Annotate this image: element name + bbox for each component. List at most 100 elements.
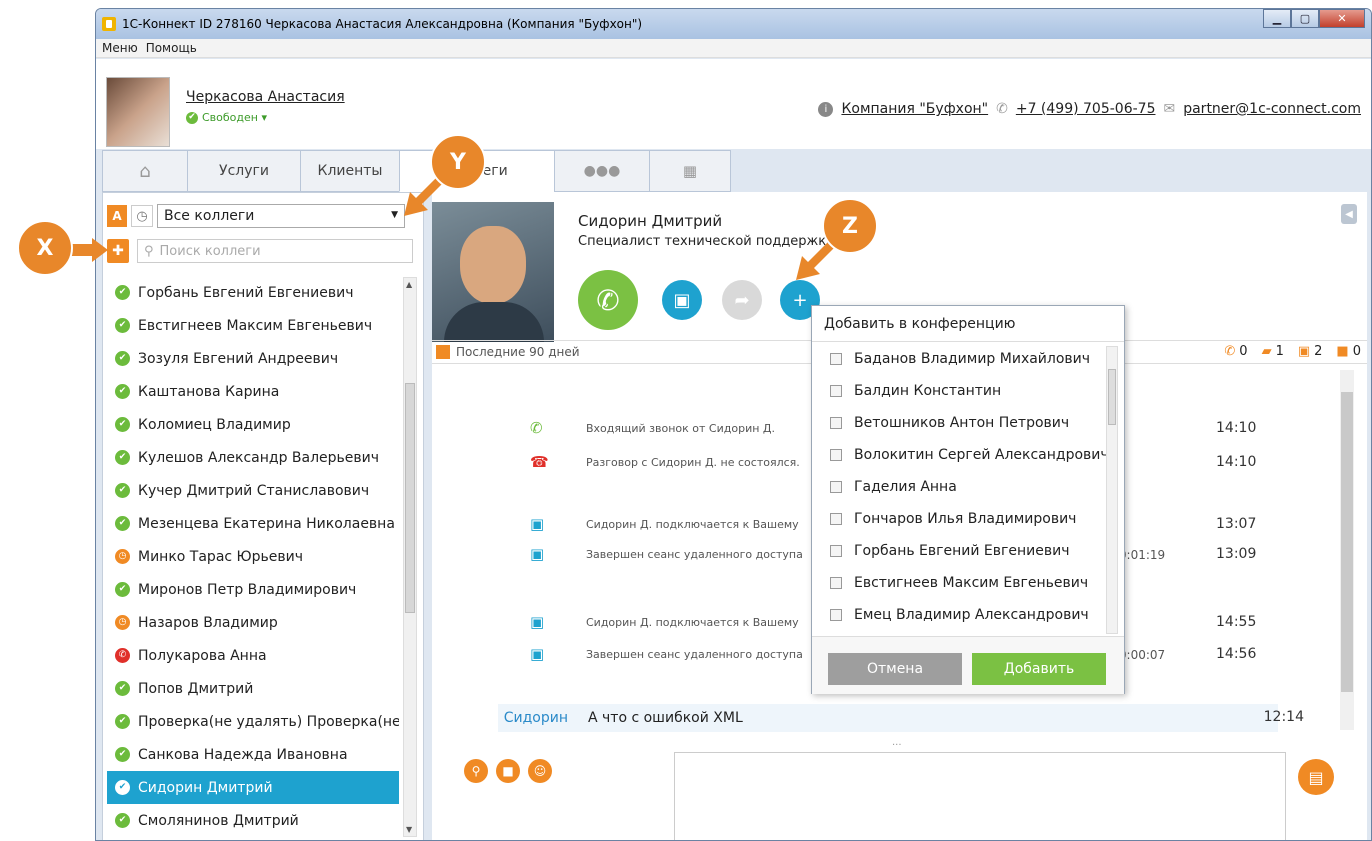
status-online-icon: ✔ bbox=[115, 813, 130, 828]
transfer-button[interactable]: ➦ bbox=[722, 280, 762, 320]
popup-scrollbar[interactable] bbox=[1106, 346, 1118, 634]
emoji-button[interactable]: ☺ bbox=[528, 759, 552, 783]
call-button[interactable]: ✆ bbox=[578, 270, 638, 330]
window-title: 1С-Коннект ID 278160 Черкасова Анастасия… bbox=[122, 17, 643, 31]
list-item[interactable]: ✔ Смолянинов Дмитрий bbox=[107, 804, 399, 836]
sort-recent-button[interactable]: ◷ bbox=[131, 205, 153, 227]
user-status-dropdown[interactable]: ✔ Свободен ▾ bbox=[186, 111, 267, 124]
tab-home[interactable]: ⌂ bbox=[102, 150, 188, 192]
tab-apps[interactable]: ▦ bbox=[649, 150, 731, 192]
callout-badge-z: Z bbox=[822, 198, 878, 254]
colleague-filter-select[interactable]: Все коллеги bbox=[157, 204, 405, 228]
files-counter[interactable]: ■ 0 bbox=[1336, 344, 1361, 359]
phone-in-icon: ✆ bbox=[530, 419, 543, 437]
search-history-button[interactable]: ⚲ bbox=[464, 759, 488, 783]
list-item[interactable]: ✔ Попов Дмитрий bbox=[107, 672, 399, 705]
info-icon: i bbox=[818, 101, 834, 117]
chats-counter[interactable]: ▰ 1 bbox=[1262, 344, 1284, 359]
company-link[interactable]: Компания "Буфхон" bbox=[841, 101, 988, 117]
checkbox[interactable] bbox=[830, 481, 842, 493]
colleague-name: Смолянинов Дмитрий bbox=[138, 812, 299, 829]
chat-icon: ▤ bbox=[1308, 767, 1324, 787]
list-item[interactable]: ✔ Зозуля Евгений Андреевич bbox=[107, 342, 399, 375]
tab-services[interactable]: Услуги bbox=[187, 150, 301, 192]
remote-access-icon: ▣ bbox=[530, 545, 545, 563]
list-item[interactable]: Гончаров Илья Владимирович bbox=[812, 503, 1108, 535]
colleague-name: Минко Тарас Юрьевич bbox=[138, 548, 304, 565]
status-online-icon: ✔ bbox=[115, 582, 130, 597]
list-item[interactable]: Евстигнеев Максим Евгеньевич bbox=[812, 567, 1108, 599]
list-item[interactable]: ✔ Кулешов Александр Валерьевич bbox=[107, 441, 399, 474]
status-busy-icon: ✆ bbox=[115, 648, 130, 663]
checkbox[interactable] bbox=[830, 513, 842, 525]
event-time: 13:09 bbox=[1216, 546, 1257, 562]
email-link[interactable]: partner@1c-connect.com bbox=[1183, 101, 1361, 117]
status-online-icon: ✔ bbox=[115, 351, 130, 366]
list-item[interactable]: Емец Владимир Александрович bbox=[812, 599, 1108, 631]
status-online-icon: ✔ bbox=[115, 714, 130, 729]
checkbox[interactable] bbox=[830, 449, 842, 461]
phone-link[interactable]: +7 (499) 705-06-75 bbox=[1016, 101, 1156, 117]
user-name-link[interactable]: Черкасова Анастасия bbox=[186, 89, 345, 105]
checkbox[interactable] bbox=[830, 353, 842, 365]
list-item[interactable]: Балдин Константин bbox=[812, 375, 1108, 407]
list-item[interactable]: Баданов Владимир Михайлович bbox=[812, 343, 1108, 375]
menu-item-menu[interactable]: Меню bbox=[102, 41, 138, 55]
message-time: 12:14 bbox=[1263, 709, 1304, 725]
list-item-selected[interactable]: ✔ Сидорин Дмитрий bbox=[107, 771, 399, 804]
remote-access-button[interactable]: ▣ bbox=[662, 280, 702, 320]
scroll-thumb[interactable] bbox=[1341, 392, 1353, 692]
list-item[interactable]: ◷ Назаров Владимир bbox=[107, 606, 399, 639]
tab-groups[interactable]: ●●● bbox=[554, 150, 650, 192]
resize-handle[interactable]: ... bbox=[892, 737, 902, 748]
minimize-button[interactable]: ▁ bbox=[1263, 9, 1291, 28]
sort-az-button[interactable]: A bbox=[107, 205, 127, 227]
sessions-counter[interactable]: ▣ 2 bbox=[1298, 344, 1323, 359]
add-button[interactable]: Добавить bbox=[972, 653, 1106, 685]
event-text: Сидорин Д. подключается к Вашему bbox=[586, 518, 799, 531]
home-icon: ⌂ bbox=[139, 160, 151, 182]
calls-counter[interactable]: ✆ 0 bbox=[1224, 344, 1247, 359]
attach-file-button[interactable]: ■ bbox=[496, 759, 520, 783]
list-item[interactable]: ✔ Евстигнеев Максим Евгеньевич bbox=[107, 309, 399, 342]
popup-actions: Отмена Добавить bbox=[812, 636, 1124, 694]
list-item[interactable]: ✆ Полукарова Анна bbox=[107, 639, 399, 672]
list-item[interactable]: ✔ Кучер Дмитрий Станиславович bbox=[107, 474, 399, 507]
scroll-thumb[interactable] bbox=[405, 383, 415, 613]
event-time: 14:55 bbox=[1216, 614, 1257, 630]
history-scrollbar[interactable] bbox=[1340, 370, 1354, 730]
candidate-name: Горбань Евгений Евгениевич bbox=[854, 543, 1070, 559]
list-item[interactable]: Ветошников Антон Петрович bbox=[812, 407, 1108, 439]
list-item[interactable]: ✔ Санкова Надежда Ивановна bbox=[107, 738, 399, 771]
scroll-thumb[interactable] bbox=[1108, 369, 1116, 425]
colleague-name: Попов Дмитрий bbox=[138, 680, 254, 697]
colleague-search-input[interactable]: ⚲ Поиск коллеги bbox=[137, 239, 413, 263]
checkbox[interactable] bbox=[830, 417, 842, 429]
list-item[interactable]: ✔ Миронов Петр Владимирович bbox=[107, 573, 399, 606]
tab-clients[interactable]: Клиенты bbox=[300, 150, 400, 192]
checkbox[interactable] bbox=[830, 545, 842, 557]
add-colleague-button[interactable]: ✚ bbox=[107, 239, 129, 263]
maximize-button[interactable]: ▢ bbox=[1291, 9, 1319, 28]
user-avatar[interactable] bbox=[106, 77, 170, 147]
collapse-panel-button[interactable]: ◀ bbox=[1341, 204, 1357, 224]
list-item[interactable]: ✔ Мезенцева Екатерина Николаевна bbox=[107, 507, 399, 540]
send-message-button[interactable]: ▤ bbox=[1298, 759, 1334, 795]
cancel-button[interactable]: Отмена bbox=[828, 653, 962, 685]
list-item[interactable]: ✔ Горбань Евгений Евгениевич bbox=[107, 276, 399, 309]
menu-item-help[interactable]: Помощь bbox=[146, 41, 197, 55]
list-item[interactable]: ◷ Минко Тарас Юрьевич bbox=[107, 540, 399, 573]
list-item[interactable]: Гаделия Анна bbox=[812, 471, 1108, 503]
phone-icon: ✆ bbox=[1224, 344, 1236, 359]
list-item[interactable]: Волокитин Сергей Александрович bbox=[812, 439, 1108, 471]
colleague-list-scrollbar[interactable]: ▲ ▼ bbox=[403, 277, 417, 837]
message-input[interactable] bbox=[674, 752, 1286, 840]
list-item[interactable]: Горбань Евгений Евгениевич bbox=[812, 535, 1108, 567]
checkbox[interactable] bbox=[830, 609, 842, 621]
close-button[interactable]: ✕ bbox=[1319, 9, 1365, 28]
list-item[interactable]: ✔ Коломиец Владимир bbox=[107, 408, 399, 441]
list-item[interactable]: ✔ Проверка(не удалять) Проверка(не bbox=[107, 705, 399, 738]
checkbox[interactable] bbox=[830, 385, 842, 397]
list-item[interactable]: ✔ Каштанова Карина bbox=[107, 375, 399, 408]
checkbox[interactable] bbox=[830, 577, 842, 589]
